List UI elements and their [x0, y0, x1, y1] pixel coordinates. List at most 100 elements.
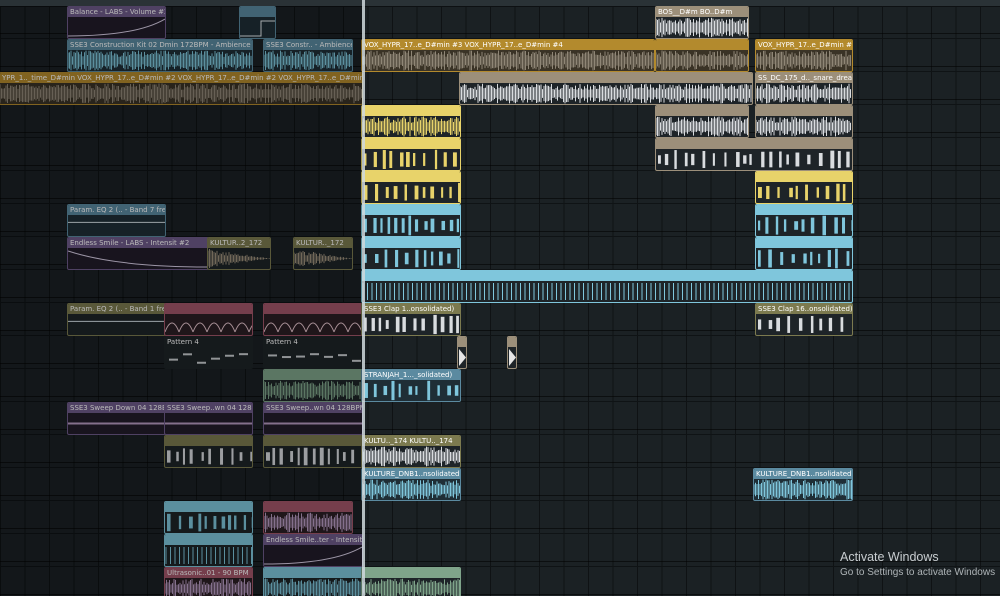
clip-waveform — [165, 347, 252, 368]
clip[interactable] — [263, 501, 353, 534]
playhead[interactable] — [362, 0, 365, 596]
track-lane[interactable] — [0, 105, 1000, 138]
clip[interactable]: KULTURE_DNB1..nsolidated) — [753, 468, 853, 501]
clip-waveform — [756, 215, 852, 236]
clip-label — [264, 568, 362, 578]
clip[interactable]: Param. EQ 2 (.. - Band 7 freq — [67, 204, 166, 237]
clip[interactable] — [507, 336, 517, 369]
activate-windows-title: Activate Windows — [840, 550, 939, 564]
clip[interactable]: SSE3 Construction Kit 02 Dmin 172BPM - A… — [67, 39, 253, 72]
clip[interactable]: Endless Smile..ter - Intensit — [263, 534, 363, 567]
clip[interactable]: KULTUR..2_172 — [207, 237, 271, 270]
track-lane[interactable]: KULTU.._174 KULTU.._174 — [0, 435, 1000, 468]
track-lane[interactable]: Endless Smile - LABS - Intensit #2 KULTUR… — [0, 237, 1000, 270]
track-lane[interactable]: Param. EQ 2 (.. - Band 1 freq SSE3 Clap 1… — [0, 303, 1000, 336]
clip-waveform — [68, 248, 208, 269]
clip[interactable] — [755, 204, 853, 237]
clip[interactable]: BOS__D#m BO..D#m — [655, 6, 749, 39]
track-lane[interactable]: STRANJAH_1..._solidated) — [0, 369, 1000, 402]
clip-label: Pattern 4 — [165, 337, 252, 347]
clip-waveform — [656, 17, 748, 38]
track-lane[interactable]: SSE3 Construction Kit 02 Dmin 172BPM - A… — [0, 39, 1000, 72]
track-lane[interactable] — [0, 171, 1000, 204]
clip[interactable]: KULTUR.._172 — [293, 237, 353, 270]
clip-label: Balance - LABS - Volume #2 — [68, 7, 165, 17]
clip[interactable] — [755, 105, 853, 138]
track-lane[interactable]: YPR_1.._time_D#min VOX_HYPR_17..e_D#min … — [0, 72, 1000, 105]
clip-label: SSE3 Sweep Down 04 128BPM — [68, 403, 165, 413]
clip[interactable] — [263, 567, 363, 596]
clip[interactable] — [164, 303, 253, 336]
clip[interactable]: STRANJAH_1..._solidated) — [361, 369, 461, 402]
clip[interactable] — [164, 435, 253, 468]
clip-label — [362, 568, 460, 578]
clip-waveform — [362, 149, 460, 170]
clip[interactable] — [361, 105, 461, 138]
clip-waveform — [240, 17, 275, 38]
clip-label — [264, 370, 362, 380]
clip[interactable]: SSE3 Clap 1..onsolidated) — [361, 303, 461, 336]
track-lane[interactable] — [0, 270, 1000, 303]
clip[interactable] — [655, 105, 749, 138]
clip[interactable] — [361, 237, 461, 270]
clip-label — [362, 271, 852, 281]
clip[interactable] — [361, 204, 461, 237]
clip[interactable]: KULTURE_DNB1..nsolidated) — [361, 468, 461, 501]
clip[interactable]: Balance - LABS - Volume #2 — [67, 6, 166, 39]
clip-waveform — [264, 413, 362, 434]
clip[interactable] — [164, 501, 253, 534]
track-lane[interactable]: Pattern 4 Pattern 4 — [0, 336, 1000, 369]
clip-waveform — [656, 50, 748, 71]
clip-waveform — [165, 413, 252, 434]
track-lane[interactable]: Balance - LABS - Volume #2 BOS__D#m BO..D… — [0, 6, 1000, 39]
clip-waveform — [756, 116, 852, 137]
clip-label — [264, 502, 352, 512]
clip-waveform — [264, 314, 362, 335]
clip[interactable]: YPR_1.._time_D#min VOX_HYPR_17..e_D#min … — [0, 72, 363, 105]
clip-label: Ultrasonic..01 - 90 BPM — [165, 568, 252, 578]
clip[interactable] — [239, 6, 276, 39]
clip[interactable]: SSE3 Sweep..wn 04 128BPM — [263, 402, 363, 435]
clip[interactable]: VOX_HYPR_17..e_D#min #3 VOX_HYPR_17..e_D… — [361, 39, 655, 72]
track-lane[interactable]: KULTURE_DNB1..nsolidated) KULTURE_DNB1..n… — [0, 468, 1000, 501]
clip[interactable] — [755, 237, 853, 270]
clip[interactable] — [457, 336, 467, 369]
clip[interactable]: SSE3 Clap 16..onsolidated) — [755, 303, 853, 336]
clip[interactable] — [263, 369, 363, 402]
clip[interactable]: Param. EQ 2 (.. - Band 1 freq — [67, 303, 166, 336]
clip[interactable] — [263, 303, 363, 336]
clip-waveform — [362, 281, 852, 302]
clip-waveform — [362, 578, 460, 596]
clip[interactable]: SS_DC_175_d.._snare_dread — [755, 72, 853, 105]
clip-waveform — [68, 215, 165, 236]
clip[interactable]: Pattern 4 — [263, 336, 363, 369]
track-lane[interactable]: Param. EQ 2 (.. - Band 7 freq — [0, 204, 1000, 237]
clip[interactable]: SSE3 Constr.. - Ambience — [263, 39, 353, 72]
clip-waveform — [362, 248, 460, 269]
clip[interactable]: Ultrasonic..01 - 90 BPM — [164, 567, 253, 596]
clip[interactable]: SSE3 Sweep..wn 04 128BPM — [164, 402, 253, 435]
clip[interactable]: SSE3 Sweep Down 04 128BPM — [67, 402, 166, 435]
clip[interactable] — [361, 567, 461, 596]
track-lane[interactable] — [0, 501, 1000, 534]
clip[interactable] — [655, 39, 749, 72]
clip-label — [756, 238, 852, 248]
clip-label — [362, 172, 460, 182]
clip[interactable] — [164, 534, 253, 567]
track-lane[interactable] — [0, 138, 1000, 171]
clip[interactable] — [755, 171, 853, 204]
clip[interactable]: VOX_HYPR_17..e_D#min #3 — [755, 39, 853, 72]
track-lane[interactable]: SSE3 Sweep Down 04 128BPMSSE3 Sweep..wn … — [0, 402, 1000, 435]
clip[interactable] — [361, 171, 461, 204]
clip[interactable]: KULTU.._174 KULTU.._174 — [361, 435, 461, 468]
clip-label — [460, 73, 752, 83]
clip[interactable] — [459, 72, 753, 105]
clip-waveform — [165, 578, 252, 596]
playlist-arrangement[interactable]: Balance - LABS - Volume #2 BOS__D#m BO..D… — [0, 0, 1000, 596]
clip[interactable] — [361, 138, 461, 171]
clip[interactable] — [361, 270, 853, 303]
clip[interactable]: Pattern 4 — [164, 336, 253, 369]
clip[interactable] — [263, 435, 363, 468]
clip[interactable]: Endless Smile - LABS - Intensit #2 — [67, 237, 209, 270]
clip[interactable] — [655, 138, 853, 171]
